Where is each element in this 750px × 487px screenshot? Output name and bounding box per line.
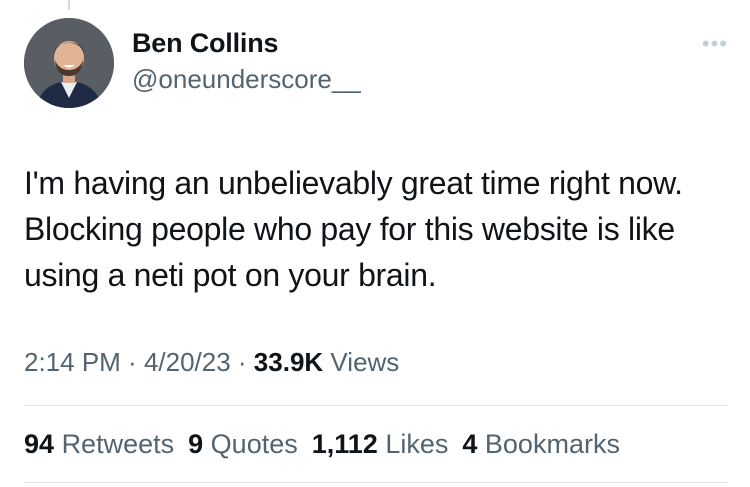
avatar[interactable] — [24, 18, 114, 108]
likes-label: Likes — [385, 429, 449, 459]
bookmarks-label: Bookmarks — [484, 429, 620, 459]
tweet-date[interactable]: 4/20/23 — [144, 347, 231, 377]
author-handle[interactable]: @oneunderscore__ — [132, 64, 361, 95]
meta-separator: · — [230, 347, 254, 377]
tweet-time[interactable]: 2:14 PM — [24, 347, 121, 377]
likes-count: 1,112 — [311, 429, 378, 459]
divider — [24, 405, 728, 406]
retweets-count: 94 — [24, 429, 55, 459]
author-name[interactable]: Ben Collins — [132, 28, 279, 59]
bookmarks-count: 4 — [462, 429, 478, 459]
quotes-count: 9 — [188, 429, 204, 459]
engagement-stats: 94 Retweets 9 Quotes 1,112 Likes 4 Bookmark… — [24, 429, 634, 460]
views-count: 33.9K — [253, 347, 324, 377]
tweet-text: I'm having an unbelievably great time ri… — [24, 165, 683, 293]
more-horizontal-icon[interactable]: ••• — [702, 33, 728, 55]
profile-photo — [24, 18, 114, 108]
divider — [24, 482, 728, 483]
likes-stat[interactable]: 1,112 Likes — [312, 429, 449, 459]
retweets-stat[interactable]: 94 Retweets — [24, 429, 174, 459]
bookmarks-stat[interactable]: 4 Bookmarks — [462, 429, 620, 459]
retweets-label: Retweets — [61, 429, 175, 459]
quotes-stat[interactable]: 9 Quotes — [188, 429, 298, 459]
views-label: Views — [330, 347, 400, 377]
thread-connector-line — [68, 0, 70, 10]
quotes-label: Quotes — [210, 429, 298, 459]
tweet-meta: 2:14 PM · 4/20/23 · 33.9K Views — [24, 347, 399, 378]
meta-separator: · — [120, 347, 144, 377]
